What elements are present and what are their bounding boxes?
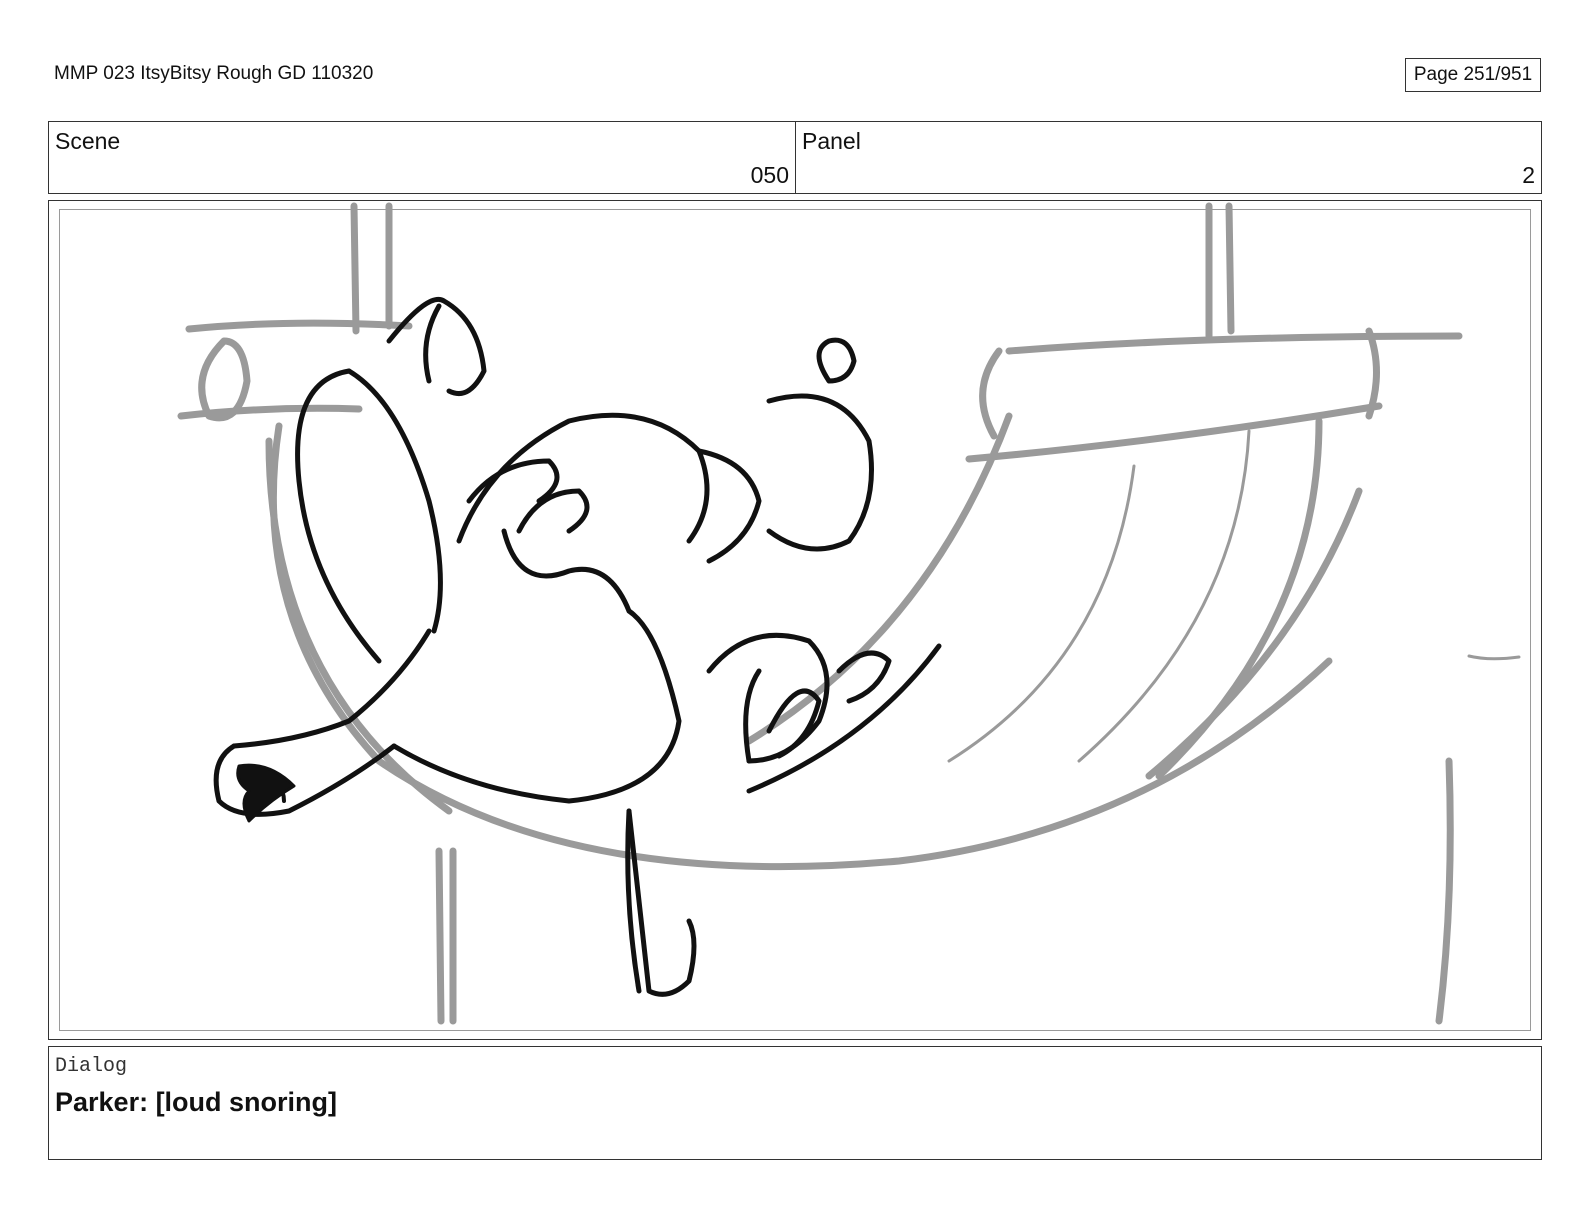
hammock-fabric-lines — [947, 429, 1521, 763]
hammock-rough-sketch — [177, 202, 1463, 1025]
document-title: MMP 023 ItsyBitsy Rough GD 110320 — [54, 63, 374, 84]
scene-panel-header: Scene 050 Panel 2 — [48, 121, 1542, 194]
dialog-label: Dialog — [55, 1055, 128, 1078]
parker-character-sketch — [213, 297, 942, 997]
panel-cell: Panel 2 — [796, 122, 1541, 193]
dialog-text: Parker: [loud snoring] — [55, 1087, 338, 1117]
page-number: Page 251/951 — [1413, 64, 1533, 85]
dialog-box: Dialog Parker: [loud snoring] — [48, 1046, 1542, 1160]
scene-label: Scene — [55, 128, 121, 154]
storyboard-frame — [48, 200, 1542, 1040]
panel-label: Panel — [802, 128, 861, 154]
sketch-icon — [177, 202, 1521, 1025]
scene-number: 050 — [750, 162, 789, 188]
scene-cell: Scene 050 — [49, 122, 796, 193]
panel-number: 2 — [1522, 162, 1535, 188]
page-number-box: Page 251/951 — [1405, 58, 1541, 92]
